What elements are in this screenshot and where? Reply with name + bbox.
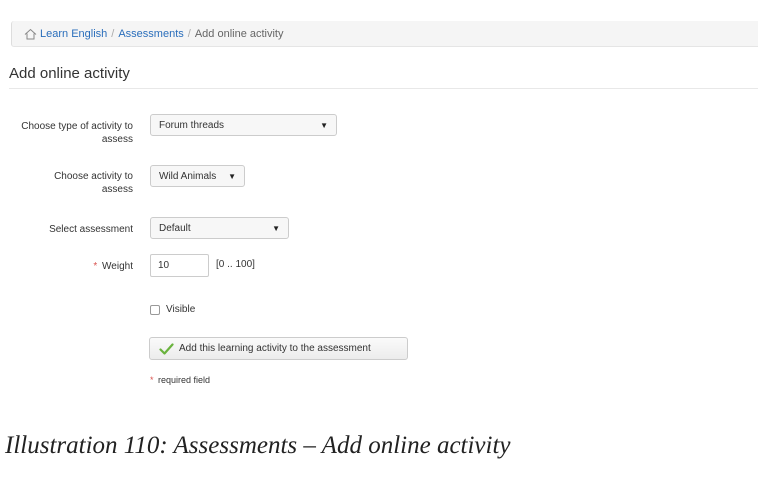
- weight-label-wrap: * Weight: [33, 260, 133, 273]
- assessment-label: Select assessment: [49, 224, 133, 235]
- assessment-select[interactable]: Default ▼: [150, 217, 289, 239]
- breadcrumb: Learn English / Assessments / Add online…: [11, 21, 758, 47]
- visible-option[interactable]: Visible: [150, 304, 195, 315]
- add-activity-button-label: Add this learning activity to the assess…: [179, 343, 371, 354]
- required-field-text: required field: [158, 375, 211, 385]
- activity-type-label: Choose type of activity to assess: [21, 121, 133, 145]
- weight-label: Weight: [102, 261, 133, 272]
- home-icon[interactable]: [24, 28, 37, 40]
- breadcrumb-current: Add online activity: [194, 27, 284, 40]
- activity-value: Wild Animals: [159, 170, 217, 182]
- weight-range-hint: [0 .. 100]: [216, 259, 255, 270]
- breadcrumb-separator: /: [111, 27, 115, 40]
- required-mark: *: [150, 375, 154, 385]
- activity-type-select[interactable]: Forum threads ▼: [150, 114, 337, 136]
- check-icon: [159, 342, 174, 355]
- visible-label: Visible: [166, 304, 196, 315]
- required-field-note: * required field: [150, 375, 210, 385]
- title-divider: [9, 88, 758, 89]
- weight-input[interactable]: [150, 254, 209, 277]
- caret-down-icon: ▼: [272, 223, 280, 233]
- page-title: Add online activity: [9, 65, 130, 82]
- activity-label: Choose activity to assess: [54, 171, 133, 195]
- caret-down-icon: ▼: [228, 171, 236, 181]
- breadcrumb-link-learn-english[interactable]: Learn English: [40, 28, 107, 40]
- visible-checkbox[interactable]: [150, 304, 160, 315]
- breadcrumb-link-assessments[interactable]: Assessments: [118, 28, 183, 40]
- breadcrumb-separator: /: [187, 27, 191, 40]
- activity-select[interactable]: Wild Animals ▼: [150, 165, 245, 187]
- assessment-value: Default: [159, 222, 191, 234]
- add-activity-button[interactable]: Add this learning activity to the assess…: [149, 337, 408, 360]
- illustration-caption: Illustration 110: Assessments – Add onli…: [5, 432, 511, 459]
- required-mark: *: [93, 261, 98, 272]
- activity-type-value: Forum threads: [159, 119, 225, 131]
- caret-down-icon: ▼: [320, 120, 328, 130]
